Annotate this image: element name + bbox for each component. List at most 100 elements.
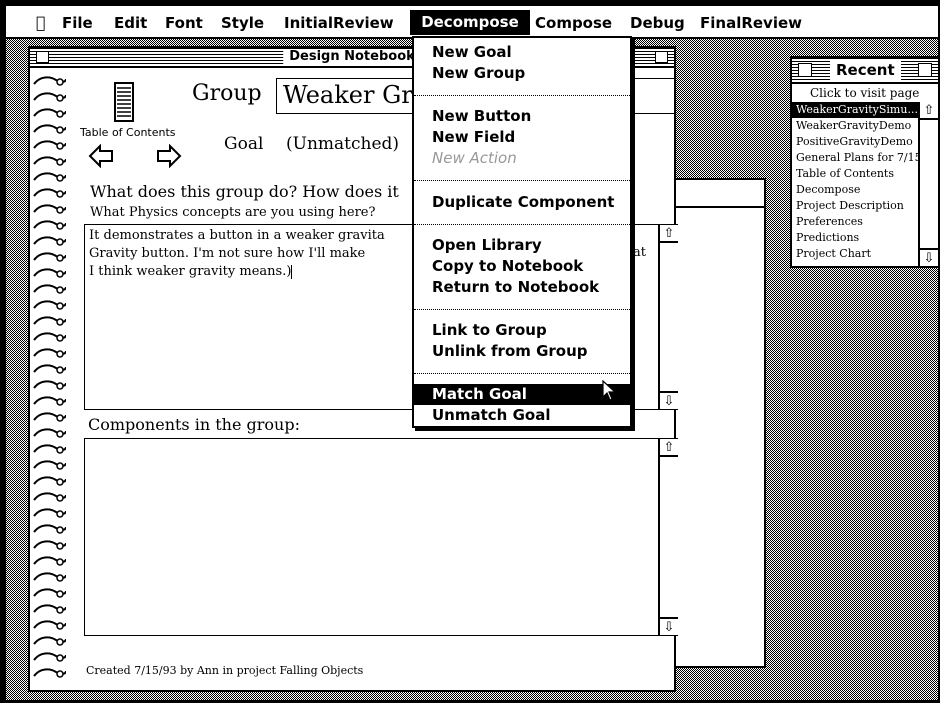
recent-item[interactable]: WeakerGravityDemo: [792, 118, 918, 134]
created-footer: Created 7/15/93 by Ann in project Fallin…: [86, 664, 364, 677]
goal-value: (Unmatched): [286, 134, 400, 154]
menubar:  File Edit Font Style InitialReview Dec…: [6, 6, 938, 39]
menu-item-duplicate-component[interactable]: Duplicate Component: [414, 192, 630, 213]
menu-edit[interactable]: Edit: [108, 13, 153, 33]
spiral-coil-icon: [33, 652, 66, 662]
description-scrollbar[interactable]: ⇧ ⇩: [658, 225, 678, 409]
spiral-coil-icon: [33, 92, 66, 102]
description-line-2: Gravity button. I'm not sure how I'll ma…: [89, 246, 366, 261]
toc-label[interactable]: Table of Contents: [80, 126, 176, 139]
menu-item-link-to-group[interactable]: Link to Group: [414, 320, 630, 341]
description-line-3-text: I think weaker gravity means.): [89, 264, 292, 279]
spiral-coil-icon: [33, 348, 66, 358]
recent-hint: Click to visit page: [810, 86, 920, 100]
menu-item-return-to-notebook[interactable]: Return to Notebook: [414, 277, 630, 298]
recent-item[interactable]: WeakerGravitySimu...: [792, 102, 918, 118]
recent-window: Recent Click to visit page WeakerGravity…: [790, 56, 938, 268]
zoom-box-icon[interactable]: [918, 63, 932, 77]
spiral-coil-icon: [33, 636, 66, 646]
spiral-coil-icon: [33, 140, 66, 150]
menu-item-new-button[interactable]: New Button: [414, 106, 630, 127]
menu-item-copy-to-notebook[interactable]: Copy to Notebook: [414, 256, 630, 277]
spiral-coil-icon: [33, 332, 66, 342]
table-of-contents-icon[interactable]: [114, 82, 134, 122]
menu-font[interactable]: Font: [159, 13, 209, 33]
spiral-coil-icon: [33, 172, 66, 182]
recent-item[interactable]: Table of Contents: [792, 166, 918, 182]
spiral-coil-icon: [33, 588, 66, 598]
decompose-menu: New Goal New Group New Button New Field …: [412, 36, 632, 428]
spiral-coil-icon: [33, 620, 66, 630]
menu-compose[interactable]: Compose: [529, 13, 618, 33]
spiral-binding: [30, 70, 70, 690]
apple-icon[interactable]: : [30, 13, 52, 33]
spiral-coil-icon: [33, 540, 66, 550]
group-label: Group: [192, 81, 262, 106]
spiral-coil-icon: [33, 508, 66, 518]
scroll-up-arrow-icon[interactable]: ⇧: [920, 102, 938, 120]
menu-initialreview[interactable]: InitialReview: [278, 13, 400, 33]
spiral-coil-icon: [33, 220, 66, 230]
menu-item-new-group[interactable]: New Group: [414, 63, 630, 84]
recent-scrollbar[interactable]: ⇧ ⇩: [918, 102, 938, 266]
menu-item-unmatch-goal[interactable]: Unmatch Goal: [414, 405, 630, 426]
spiral-coil-icon: [33, 380, 66, 390]
spiral-coil-icon: [33, 524, 66, 534]
spiral-coil-icon: [33, 444, 66, 454]
spiral-coil-icon: [33, 108, 66, 118]
recent-item[interactable]: Decompose: [792, 182, 918, 198]
spiral-coil-icon: [33, 284, 66, 294]
scroll-down-arrow-icon[interactable]: ⇩: [660, 617, 678, 635]
recent-item[interactable]: Preferences: [792, 214, 918, 230]
spiral-coil-icon: [33, 364, 66, 374]
components-scrollbar[interactable]: ⇧ ⇩: [658, 439, 678, 635]
spiral-coil-icon: [33, 412, 66, 422]
zoom-box-icon[interactable]: [655, 51, 668, 63]
menu-style[interactable]: Style: [215, 13, 270, 33]
menu-separator: [414, 373, 630, 374]
menu-debug[interactable]: Debug: [624, 13, 691, 33]
forward-arrow-icon[interactable]: [156, 143, 182, 169]
scroll-down-arrow-icon[interactable]: ⇩: [920, 248, 938, 266]
menu-finalreview[interactable]: FinalReview: [694, 13, 808, 33]
recent-list: WeakerGravitySimu... WeakerGravityDemo Pos…: [792, 102, 918, 262]
back-arrow-icon[interactable]: [88, 143, 114, 169]
close-box-icon[interactable]: [36, 51, 49, 63]
spiral-coil-icon: [33, 204, 66, 214]
goal-label: Goal: [224, 134, 264, 154]
recent-item[interactable]: Project Description: [792, 198, 918, 214]
scroll-up-arrow-icon[interactable]: ⇧: [660, 225, 678, 243]
menu-file[interactable]: File: [56, 13, 99, 33]
spiral-coil-icon: [33, 556, 66, 566]
components-list[interactable]: ⇧ ⇩: [84, 438, 678, 636]
arrow-cursor-icon: [602, 379, 618, 402]
menu-item-new-goal[interactable]: New Goal: [414, 42, 630, 63]
menu-separator: [414, 224, 630, 225]
notebook-title: Design Notebook: [283, 49, 421, 65]
recent-titlebar[interactable]: Recent: [792, 58, 938, 84]
scroll-up-arrow-icon[interactable]: ⇧: [660, 439, 678, 457]
spiral-coil-icon: [33, 396, 66, 406]
spiral-coil-icon: [33, 124, 66, 134]
spiral-coil-icon: [33, 460, 66, 470]
recent-item[interactable]: Project Chart: [792, 246, 918, 262]
description-overflow-text: at: [633, 245, 646, 260]
spiral-coil-icon: [33, 268, 66, 278]
menu-separator: [414, 180, 630, 181]
recent-title: Recent: [830, 60, 901, 80]
recent-item[interactable]: PositiveGravityDemo: [792, 134, 918, 150]
menu-item-open-library[interactable]: Open Library: [414, 235, 630, 256]
menu-item-unlink-from-group[interactable]: Unlink from Group: [414, 341, 630, 362]
spiral-coil-icon: [33, 236, 66, 246]
question-physics-concepts: What Physics concepts are you using here…: [90, 205, 376, 220]
recent-item[interactable]: Predictions: [792, 230, 918, 246]
close-box-icon[interactable]: [798, 63, 812, 77]
scroll-down-arrow-icon[interactable]: ⇩: [660, 391, 678, 409]
menu-separator: [414, 95, 630, 96]
menu-item-match-goal[interactable]: Match Goal: [414, 384, 630, 405]
menu-decompose[interactable]: Decompose: [410, 10, 530, 35]
recent-item[interactable]: General Plans for 7/15/93: [792, 150, 918, 166]
menu-separator: [414, 309, 630, 310]
background-window[interactable]: [674, 178, 766, 668]
menu-item-new-field[interactable]: New Field: [414, 127, 630, 148]
